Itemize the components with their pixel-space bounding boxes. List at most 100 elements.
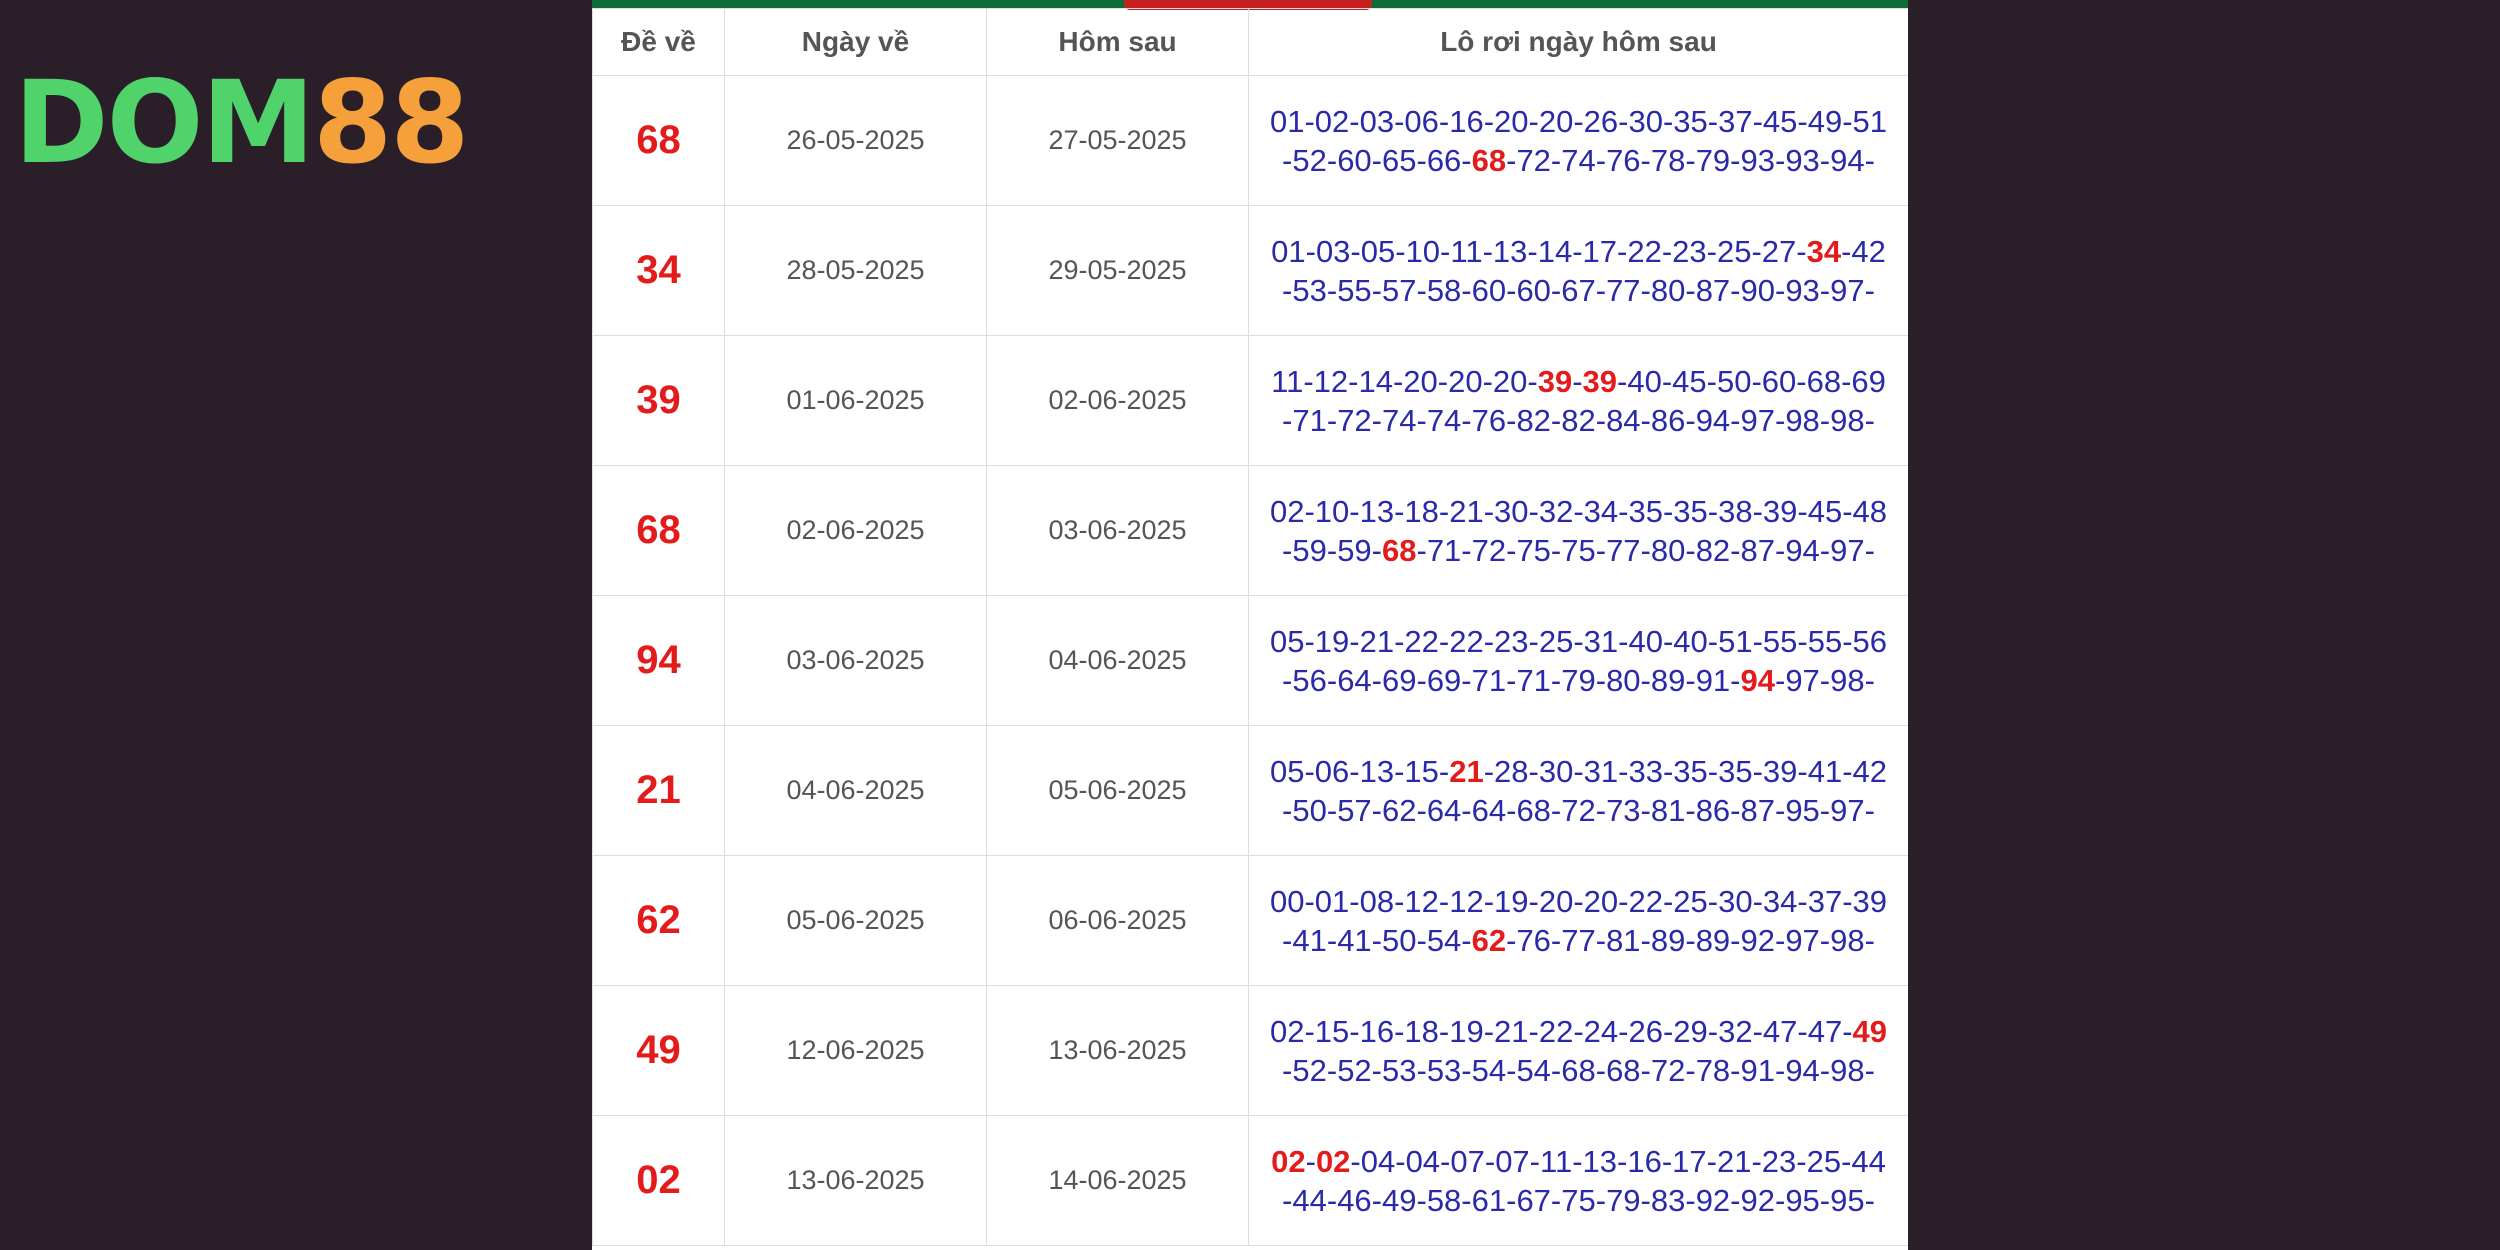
lo-number: 20	[1538, 103, 1574, 139]
lo-number: 12	[1404, 883, 1439, 919]
table-row: 02 13-06-2025 14-06-2025 02-02-04-04-07-07-…	[592, 1115, 1908, 1246]
lo-number: 52	[1292, 142, 1327, 178]
header-hom-sau: Hôm sau	[986, 8, 1249, 76]
lo-number: 34	[1762, 883, 1798, 919]
lo-number: 25	[1538, 623, 1574, 659]
lo-number: 11	[1540, 1143, 1573, 1179]
lo-number: 30	[1718, 883, 1753, 919]
lo-number: 71	[1426, 532, 1462, 568]
lo-number: 14	[1537, 233, 1573, 269]
lo-number: 38	[1718, 493, 1753, 529]
lo-number: 22	[1449, 623, 1484, 659]
lo-number: 77	[1606, 272, 1641, 308]
lo-number: 98	[1785, 402, 1820, 438]
lo-number: 93	[1740, 142, 1775, 178]
lo-number: 41	[1807, 753, 1843, 789]
lo-number: 48	[1852, 493, 1888, 529]
lo-number: 37	[1718, 103, 1753, 139]
lo-number: 55	[1337, 272, 1372, 308]
lo-number: 46	[1337, 1182, 1372, 1218]
lo-number: 61	[1471, 1182, 1507, 1218]
lo-number: 35	[1628, 493, 1663, 529]
lo-number: 75	[1561, 532, 1596, 568]
lo-number: 13	[1582, 1143, 1617, 1179]
lo-number: 04	[1360, 1143, 1396, 1179]
lo-number: 53	[1426, 1052, 1462, 1088]
lo-number: 82	[1561, 402, 1596, 438]
lo-number: 40	[1628, 623, 1663, 659]
de-value-cell: 49	[592, 985, 725, 1116]
lo-number: 35	[1673, 103, 1708, 139]
de-value-cell: 62	[592, 855, 725, 986]
lo-number: 73	[1606, 792, 1641, 828]
lo-number: 97	[1830, 532, 1865, 568]
lo-number: 39	[1762, 493, 1798, 529]
lo-number: 71	[1471, 662, 1507, 698]
lo-number: 75	[1516, 532, 1551, 568]
lo-number: 84	[1606, 402, 1641, 438]
lo-number: 35	[1718, 753, 1753, 789]
lo-number: 19	[1494, 883, 1529, 919]
lo-number: 03	[1315, 233, 1351, 269]
ngay-ve-cell: 04-06-2025	[724, 725, 987, 856]
logo-text-dom: DOM	[14, 56, 315, 189]
lo-number: 81	[1650, 792, 1686, 828]
ngay-ve-cell: 01-06-2025	[724, 335, 987, 466]
ngay-ve-cell: 26-05-2025	[724, 75, 987, 206]
lo-number: 20	[1492, 363, 1528, 399]
lo-number: 68	[1561, 1052, 1596, 1088]
lo-number: 49	[1807, 103, 1843, 139]
lo-number: 93	[1785, 272, 1820, 308]
lo-number: 62	[1471, 922, 1507, 958]
lo-number: 97	[1830, 792, 1865, 828]
lo-number: 67	[1516, 1182, 1551, 1218]
ngay-ve-cell: 12-06-2025	[724, 985, 987, 1116]
lo-number: 95	[1785, 792, 1820, 828]
lo-number: 20	[1448, 363, 1483, 399]
lo-number: 59	[1337, 532, 1372, 568]
lo-roi-table: Đề về Ngày về Hôm sau Lô rơi ngày hôm sa…	[592, 8, 1908, 1246]
lo-number: 72	[1471, 532, 1507, 568]
lo-number: 39	[1537, 363, 1573, 399]
lo-number: 86	[1695, 792, 1731, 828]
lo-number: 89	[1650, 662, 1686, 698]
lo-number: 80	[1606, 662, 1641, 698]
lo-number: 42	[1852, 753, 1888, 789]
lo-number: 52	[1292, 1052, 1327, 1088]
lo-number: 78	[1695, 1052, 1731, 1088]
lo-number: 01	[1314, 883, 1350, 919]
hom-sau-cell: 14-06-2025	[986, 1115, 1249, 1246]
lo-number: 97	[1740, 402, 1775, 438]
lo-number: 64	[1471, 792, 1507, 828]
lo-number: 23	[1761, 1143, 1797, 1179]
lo-number: 50	[1716, 363, 1752, 399]
lo-number: 02	[1315, 1143, 1351, 1179]
header-ngay-ve: Ngày về	[724, 8, 987, 76]
hom-sau-cell: 06-06-2025	[986, 855, 1249, 986]
lo-number: 21	[1716, 1143, 1752, 1179]
lo-number: 64	[1337, 662, 1372, 698]
lo-number: 10	[1314, 493, 1350, 529]
lo-number: 11	[1450, 233, 1483, 269]
lo-number: 76	[1471, 402, 1507, 438]
lo-number: 16	[1627, 1143, 1662, 1179]
lo-number: 06	[1404, 103, 1439, 139]
lo-number: 76	[1516, 922, 1551, 958]
lo-number: 26	[1628, 1013, 1663, 1049]
lo-number: 98	[1830, 402, 1865, 438]
lo-number: 41	[1292, 922, 1327, 958]
lo-number: 89	[1695, 922, 1731, 958]
table-row: 34 28-05-2025 29-05-2025 01-03-05-10-11-13-…	[592, 205, 1908, 336]
lo-number: 25	[1806, 1143, 1842, 1179]
lo-number: 98	[1830, 662, 1865, 698]
logo-text-88: 88	[312, 56, 470, 189]
lo-number: 07	[1450, 1143, 1485, 1179]
lo-number: 71	[1516, 662, 1551, 698]
lo-number: 51	[1852, 103, 1888, 139]
lo-number: 05	[1360, 233, 1396, 269]
ngay-ve-cell: 13-06-2025	[724, 1115, 987, 1246]
lo-number: 68	[1516, 792, 1551, 828]
lo-number: 57	[1382, 272, 1417, 308]
lo-number: 91	[1695, 662, 1731, 698]
lo-number: 95	[1830, 1182, 1865, 1218]
